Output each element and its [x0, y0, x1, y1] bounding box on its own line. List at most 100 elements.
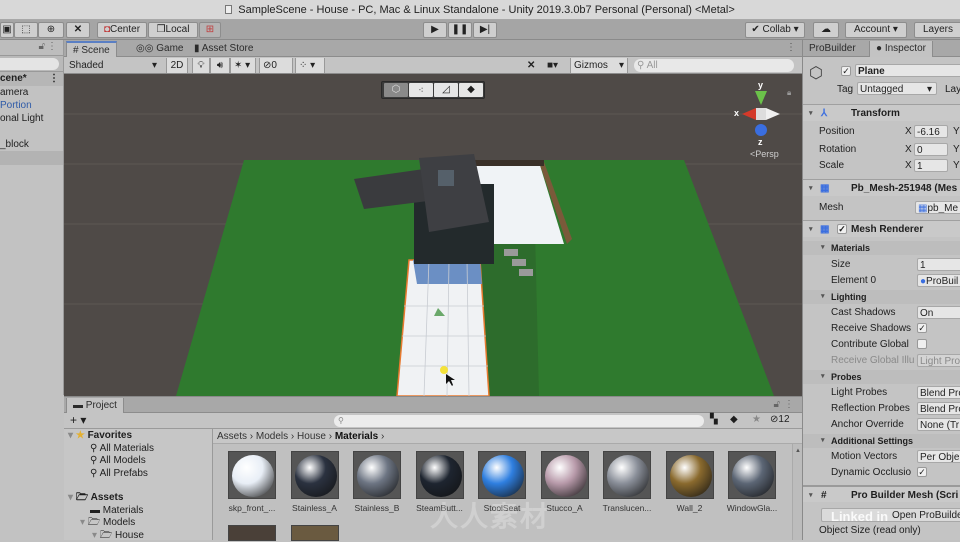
project-more-menu-icon[interactable]: ⋮ — [784, 399, 794, 410]
hierarchy-search[interactable] — [0, 56, 63, 72]
material-asset[interactable]: Translucen... — [599, 451, 655, 513]
hierarchy-item[interactable]: amera — [0, 86, 63, 99]
create-dropdown[interactable]: + ▾ — [70, 414, 86, 427]
rotation-x-field[interactable]: 0 — [914, 143, 948, 156]
hierarchy-item[interactable]: _block — [0, 138, 63, 151]
tab-project[interactable]: ▬ Project — [66, 398, 124, 414]
account-dropdown[interactable]: Account ▾ — [845, 22, 907, 38]
scene-menu-icon[interactable]: ⋮ — [49, 72, 59, 85]
face-mode-button[interactable]: ◆ — [459, 83, 483, 97]
favorite-item[interactable]: ⚲ All Models — [64, 455, 212, 468]
2d-toggle[interactable]: 2D — [166, 58, 188, 73]
hierarchy-item[interactable]: Portion — [0, 99, 63, 112]
lock-icon[interactable]: 🔓︎ — [39, 41, 45, 52]
tab-scene[interactable]: # Scene — [66, 41, 117, 57]
additional-settings-foldout[interactable]: ▾Additional Settings — [803, 434, 960, 448]
pivot-local-toggle[interactable]: ❒Local — [148, 22, 198, 38]
scale-x-field[interactable]: 1 — [914, 159, 948, 172]
transform-tool-button[interactable]: ⊕ — [38, 22, 64, 38]
tab-game[interactable]: ◎◎ Game — [130, 41, 189, 57]
scene-more-menu-icon[interactable]: ⋮ — [786, 42, 796, 53]
axis-z-cone[interactable] — [755, 124, 767, 136]
material-asset[interactable]: Stucco_A — [537, 451, 593, 513]
material-asset[interactable]: Wall_2 — [662, 451, 718, 513]
grid-visibility-dropdown[interactable]: ⁘ ▾ — [295, 58, 325, 73]
more-menu-icon[interactable]: ⋮ — [47, 41, 57, 52]
materials-size-field[interactable]: 1 — [917, 258, 960, 271]
transform-header[interactable]: ▾⅄Transform — [803, 104, 960, 121]
hierarchy-scene-row[interactable]: cene*⋮ — [0, 72, 63, 86]
assets-folder[interactable]: ▾ 🗁 Assets — [64, 492, 212, 505]
hierarchy-item[interactable] — [0, 125, 63, 138]
light-probes-dropdown[interactable]: Blend Pro — [917, 386, 960, 399]
axis-y-cone[interactable] — [755, 91, 767, 105]
mesh-field[interactable]: ▦pb_Me — [915, 201, 960, 214]
play-button[interactable]: ▶ — [423, 22, 447, 38]
pause-button[interactable]: ❚❚ — [448, 22, 472, 38]
shading-mode-dropdown[interactable]: Shaded▾ — [66, 58, 161, 73]
material-asset[interactable] — [224, 525, 280, 541]
axis-neg-x-cone[interactable] — [766, 108, 780, 120]
tab-asset-store[interactable]: ▮ Asset Store — [188, 41, 259, 57]
gizmo-lock-icon[interactable]: 🔒︎ — [787, 88, 791, 98]
gizmo-center-cube[interactable] — [756, 108, 766, 120]
project-lock-icon[interactable]: 🔓︎ — [774, 399, 780, 410]
material-asset[interactable]: skp_front_... — [224, 451, 280, 513]
object-name-field[interactable]: Plane — [855, 64, 960, 77]
dynamic-occlusion-checkbox[interactable]: ✓ — [917, 467, 927, 477]
favorites-section[interactable]: ▾ ★ Favorites — [64, 430, 212, 443]
folder-item[interactable]: ▾ 🗁 Models — [64, 517, 212, 530]
material-asset[interactable]: WindowGla... — [724, 451, 780, 513]
vertex-mode-button[interactable]: ⁖ — [409, 83, 433, 97]
material-asset[interactable]: SteamButt... — [412, 451, 468, 513]
object-mode-button[interactable]: ⬡ — [384, 83, 408, 97]
hierarchy-item[interactable]: onal Light — [0, 112, 63, 125]
favorite-star-icon[interactable]: ★ — [752, 414, 761, 425]
step-button[interactable]: ▶| — [473, 22, 497, 38]
folder-item[interactable]: ▬ Materials — [64, 505, 212, 518]
lighting-toggle[interactable]: 💡︎ — [192, 58, 210, 73]
material-asset[interactable]: StoolSeat — [474, 451, 530, 513]
scene-viewport[interactable]: y x z <Persp 🔒︎ www.rrcg.cn — [64, 74, 802, 396]
rect-tool-button[interactable]: ⬚ — [14, 22, 38, 38]
favorite-item[interactable]: ⚲ All Prefabs — [64, 468, 212, 481]
motion-vectors-dropdown[interactable]: Per Obje — [917, 450, 960, 463]
asset-scrollbar[interactable]: ▲ — [792, 444, 802, 540]
edge-mode-button[interactable]: ◿ — [434, 83, 458, 97]
material-asset[interactable]: Stainless_A — [287, 451, 343, 513]
filter-by-label-icon[interactable]: ◆ — [730, 414, 738, 425]
hidden-packages-toggle[interactable]: ⊘12 — [770, 414, 790, 425]
filter-by-type-icon[interactable]: ▚ — [710, 414, 718, 425]
mesh-renderer-header[interactable]: ▾▦✓Mesh Renderer — [803, 220, 960, 237]
tab-probuilder[interactable]: ProBuilder — [803, 41, 862, 57]
favorite-item[interactable]: ⚲ All Materials — [64, 443, 212, 456]
material-asset[interactable] — [287, 525, 343, 541]
camera-dropdown[interactable]: ■▾ — [544, 58, 568, 73]
pb-mesh-header[interactable]: ▾#Pro Builder Mesh (Scri — [803, 485, 960, 502]
project-search-input[interactable]: ⚲ — [334, 415, 704, 427]
cast-shadows-dropdown[interactable]: On — [917, 306, 960, 319]
folder-item[interactable]: ▾ 🗁 House — [64, 530, 212, 542]
layers-dropdown[interactable]: Layers — [914, 22, 960, 38]
mesh-filter-header[interactable]: ▾▦Pb_Mesh-251948 (Mes — [803, 179, 960, 196]
axis-x-cone[interactable] — [742, 108, 756, 120]
materials-foldout[interactable]: ▾Materials — [803, 241, 960, 255]
reflection-probes-dropdown[interactable]: Blend Pro — [917, 402, 960, 415]
receive-shadows-checkbox[interactable]: ✓ — [917, 323, 927, 333]
audio-toggle[interactable]: 🔊︎ — [210, 58, 230, 73]
tag-dropdown[interactable]: Untagged▾ — [857, 82, 937, 95]
custom-tool-button[interactable]: ✕ — [66, 22, 90, 38]
mesh-renderer-enabled-checkbox[interactable]: ✓ — [837, 224, 847, 234]
breadcrumb-item[interactable]: House — [297, 431, 326, 442]
hierarchy-search-input[interactable] — [0, 58, 59, 70]
anchor-override-field[interactable]: None (Tr — [917, 418, 960, 431]
snap-toggle[interactable]: ⊞ — [199, 22, 221, 38]
material-asset[interactable]: Stainless_B — [349, 451, 405, 513]
breadcrumb-current[interactable]: Materials — [335, 431, 378, 442]
breadcrumb-item[interactable]: Assets — [217, 431, 247, 442]
effects-dropdown[interactable]: ✶ ▾ — [230, 58, 256, 73]
scale-tool-button[interactable]: ▣ — [0, 22, 14, 38]
element0-field[interactable]: ●ProBuil — [917, 274, 960, 287]
collab-dropdown[interactable]: ✔ Collab ▾ — [745, 22, 805, 38]
cloud-button[interactable]: ☁ — [813, 22, 839, 38]
